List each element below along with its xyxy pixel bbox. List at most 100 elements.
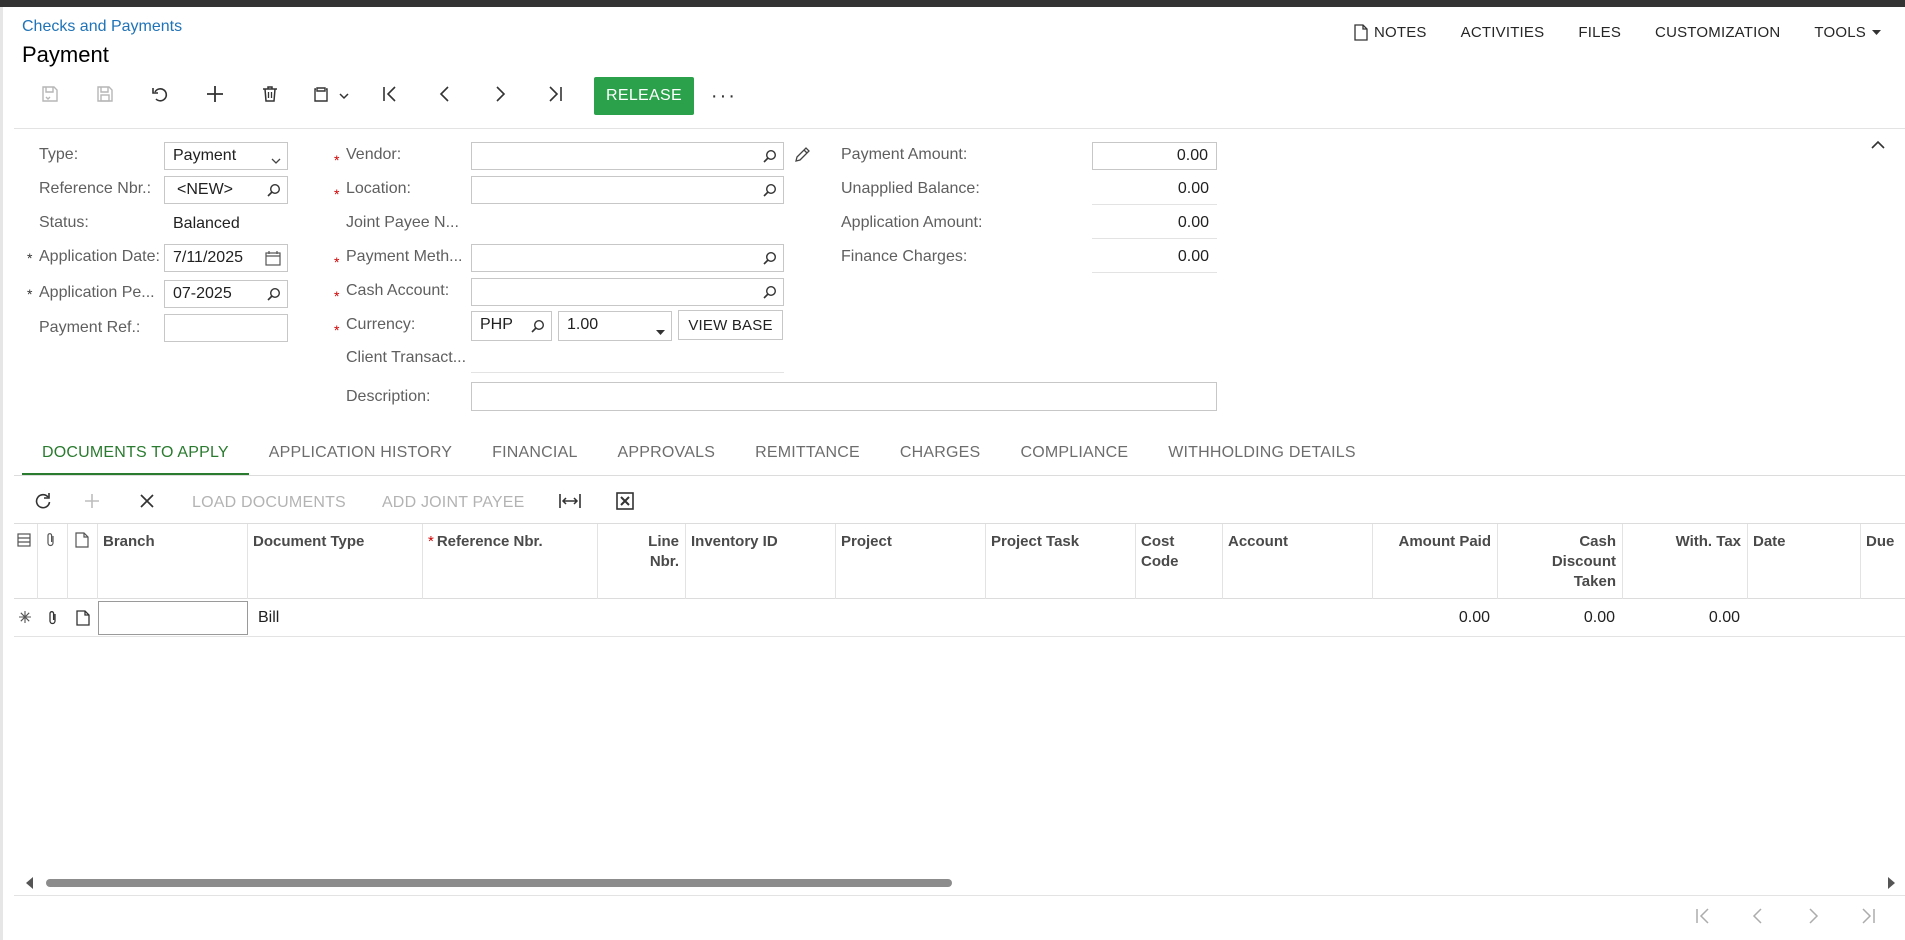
- customization-label: CUSTOMIZATION: [1655, 24, 1781, 41]
- column-project-task[interactable]: Project Task: [986, 524, 1136, 599]
- previous-page-button[interactable]: [1730, 900, 1785, 936]
- finance-charges-label: Finance Charges:: [841, 248, 968, 265]
- tab-compliance[interactable]: COMPLIANCE: [1000, 440, 1148, 476]
- reference-nbr-input[interactable]: <NEW>: [164, 176, 288, 204]
- add-joint-payee-button[interactable]: ADD JOINT PAYEE: [364, 485, 543, 521]
- tab-financial[interactable]: FINANCIAL: [472, 440, 597, 476]
- delete-button[interactable]: [242, 77, 297, 115]
- column-inventory-id[interactable]: Inventory ID: [686, 524, 836, 599]
- table-row[interactable]: Bill 0.00 0.00 0.00: [14, 599, 1905, 637]
- more-actions-button[interactable]: ···: [694, 77, 754, 115]
- tab-charges[interactable]: CHARGES: [880, 440, 1001, 476]
- payment-method-input[interactable]: [471, 244, 784, 272]
- location-label: Location:: [346, 180, 411, 197]
- payment-ref-input[interactable]: [164, 314, 288, 342]
- horizontal-scrollbar[interactable]: [14, 874, 1905, 890]
- first-record-button[interactable]: [362, 77, 417, 115]
- last-icon: [545, 84, 565, 109]
- customization-button[interactable]: CUSTOMIZATION: [1655, 24, 1780, 41]
- cash-discount-cell[interactable]: 0.00: [1498, 599, 1623, 636]
- currency-rate-value: 1.00: [567, 316, 599, 333]
- delete-row-button[interactable]: [119, 485, 174, 521]
- vendor-label: Vendor:: [346, 146, 402, 163]
- with-tax-cell[interactable]: 0.00: [1623, 599, 1748, 636]
- cash-account-input[interactable]: [471, 278, 784, 306]
- tab-withholding-details[interactable]: WITHHOLDING DETAILS: [1148, 440, 1376, 476]
- edit-pencil-icon[interactable]: [793, 146, 811, 169]
- currency-rate-select[interactable]: 1.00: [558, 311, 672, 341]
- column-cash-discount-taken[interactable]: Cash Discount Taken: [1498, 524, 1623, 599]
- first-page-button[interactable]: [1675, 900, 1730, 936]
- column-document-type[interactable]: Document Type: [248, 524, 423, 599]
- save-button[interactable]: [77, 77, 132, 115]
- view-base-button[interactable]: VIEW BASE: [678, 310, 783, 340]
- column-branch[interactable]: Branch: [98, 524, 248, 599]
- trash-icon: [260, 84, 280, 109]
- load-documents-button[interactable]: LOAD DOCUMENTS: [174, 485, 364, 521]
- last-page-button[interactable]: [1840, 900, 1895, 936]
- type-label: Type:: [39, 146, 79, 163]
- document-type-cell[interactable]: Bill: [253, 599, 423, 636]
- required-marker: *: [27, 250, 33, 266]
- activities-button[interactable]: ACTIVITIES: [1461, 24, 1545, 41]
- new-row-icon: [14, 599, 38, 636]
- tab-application-history[interactable]: APPLICATION HISTORY: [249, 440, 472, 476]
- type-select[interactable]: Payment: [164, 142, 288, 170]
- payment-amount-input[interactable]: 0.00: [1092, 142, 1217, 170]
- note-column-icon: [68, 524, 98, 599]
- tab-documents-to-apply[interactable]: DOCUMENTS TO APPLY: [22, 440, 249, 476]
- column-due[interactable]: Due: [1861, 524, 1905, 599]
- previous-record-button[interactable]: [417, 77, 472, 115]
- application-date-input[interactable]: 7/11/2025: [164, 244, 288, 272]
- tab-remittance[interactable]: REMITTANCE: [735, 440, 880, 476]
- next-record-button[interactable]: [472, 77, 527, 115]
- column-date[interactable]: Date: [1748, 524, 1861, 599]
- refresh-button[interactable]: [22, 485, 64, 521]
- chevron-up-icon[interactable]: [1871, 136, 1885, 154]
- payment-amount-label: Payment Amount:: [841, 146, 968, 163]
- row-note-icon[interactable]: [68, 599, 98, 636]
- release-button[interactable]: RELEASE: [594, 77, 694, 115]
- files-button[interactable]: FILES: [1578, 24, 1621, 41]
- currency-value: PHP: [480, 316, 513, 333]
- search-icon: [266, 183, 281, 203]
- row-attachment-icon[interactable]: [38, 599, 68, 636]
- column-with-tax[interactable]: With. Tax: [1623, 524, 1748, 599]
- fit-columns-button[interactable]: [543, 485, 598, 521]
- currency-input[interactable]: PHP: [471, 311, 552, 341]
- next-page-button[interactable]: [1785, 900, 1840, 936]
- column-account[interactable]: Account: [1223, 524, 1373, 599]
- unapplied-balance-underline: [1092, 204, 1217, 205]
- top-menu: NOTES ACTIVITIES FILES CUSTOMIZATION TOO…: [1354, 24, 1881, 41]
- save-and-close-button[interactable]: [22, 77, 77, 115]
- application-period-input[interactable]: 07-2025: [164, 280, 288, 308]
- column-reference-nbr[interactable]: * Reference Nbr.: [423, 524, 598, 599]
- column-cost-code[interactable]: Cost Code: [1136, 524, 1223, 599]
- scrollbar-thumb[interactable]: [46, 879, 952, 887]
- clipboard-button[interactable]: [297, 77, 362, 115]
- description-input[interactable]: [471, 382, 1217, 411]
- branch-cell-editor[interactable]: [98, 601, 248, 635]
- description-label: Description:: [346, 388, 431, 405]
- last-record-button[interactable]: [527, 77, 582, 115]
- tools-button[interactable]: TOOLS: [1814, 24, 1881, 41]
- left-edge: [0, 7, 3, 940]
- tab-approvals[interactable]: APPROVALS: [598, 440, 736, 476]
- notes-button[interactable]: NOTES: [1354, 24, 1427, 41]
- vendor-input[interactable]: [471, 142, 784, 170]
- summary-form: [14, 128, 1905, 418]
- export-excel-button[interactable]: [598, 485, 653, 521]
- column-amount-paid[interactable]: Amount Paid: [1373, 524, 1498, 599]
- breadcrumb[interactable]: Checks and Payments: [22, 18, 182, 36]
- location-input[interactable]: [471, 176, 784, 204]
- scroll-right-icon[interactable]: [1887, 876, 1895, 894]
- grid-footer: [14, 895, 1905, 940]
- column-line-nbr[interactable]: Line Nbr.: [598, 524, 686, 599]
- cancel-button[interactable]: [132, 77, 187, 115]
- scroll-left-icon[interactable]: [26, 876, 34, 894]
- add-button[interactable]: [187, 77, 242, 115]
- amount-paid-cell[interactable]: 0.00: [1373, 599, 1498, 636]
- column-project[interactable]: Project: [836, 524, 986, 599]
- grid-settings-icon[interactable]: [14, 524, 38, 599]
- add-row-button[interactable]: [64, 485, 119, 521]
